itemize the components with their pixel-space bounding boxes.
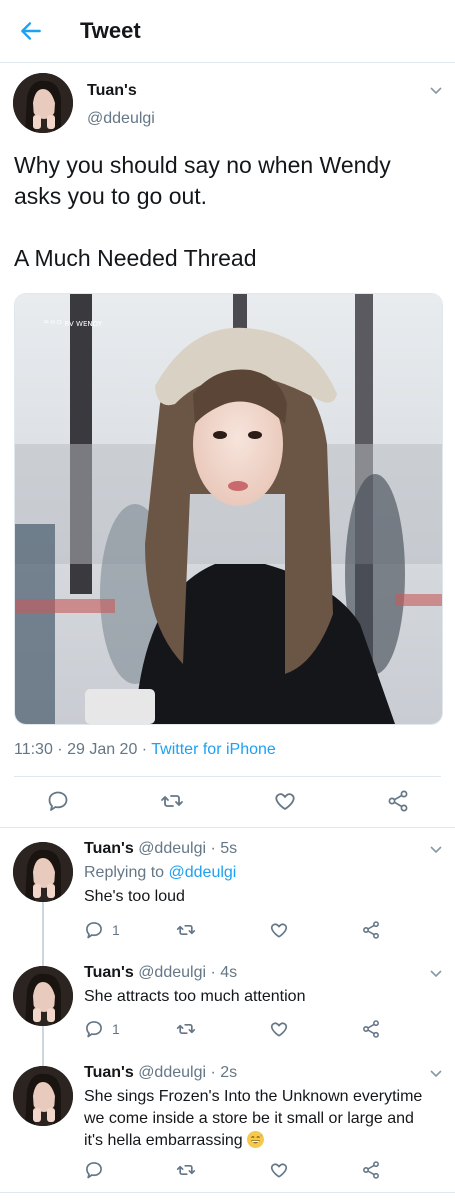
tweet-text: Why you should say no when Wendy asks yo…: [14, 150, 439, 274]
display-name[interactable]: Tuan's: [84, 964, 134, 981]
replying-handle-link[interactable]: @ddeulgi: [169, 864, 237, 881]
display-name[interactable]: Tuan's: [84, 840, 134, 857]
reply-icon[interactable]: [84, 1160, 104, 1180]
timestamp: 11:30 · 29 Jan 20 ·: [14, 741, 152, 758]
avatar[interactable]: [13, 1066, 73, 1126]
like-icon[interactable]: [269, 1160, 289, 1180]
reply-icon[interactable]: [84, 1019, 104, 1039]
retweet-icon[interactable]: [176, 920, 196, 940]
reply-count: 1: [112, 1021, 120, 1037]
top-bar: Tweet: [0, 0, 455, 63]
display-name[interactable]: Tuan's: [84, 1064, 134, 1081]
reply-meta: @ddeulgi · 2s: [138, 1064, 238, 1081]
chevron-down-icon[interactable]: [429, 845, 443, 855]
reply-icon[interactable]: [46, 789, 70, 813]
replying-prefix: Replying to: [84, 864, 169, 881]
tweet-source-link[interactable]: Twitter for iPhone: [151, 741, 276, 758]
reply-header: Tuan's @ddeulgi · 5s: [84, 840, 237, 858]
grinning-sweat-emoji: [247, 1131, 265, 1148]
display-name[interactable]: Tuan's: [87, 82, 137, 100]
like-icon[interactable]: [269, 1019, 289, 1039]
reply-text: She sings Frozen's Into the Unknown ever…: [84, 1086, 434, 1152]
tweet-text-line: A Much Needed Thread: [14, 245, 257, 271]
thread-connector: [42, 902, 44, 966]
tweet-photo[interactable]: ᄌᄋᄆ RV WENDY: [14, 293, 443, 725]
reply-meta: @ddeulgi · 5s: [138, 840, 238, 857]
reply-header: Tuan's @ddeulgi · 4s: [84, 964, 237, 982]
avatar[interactable]: [13, 73, 73, 133]
divider: [0, 827, 455, 828]
divider: [0, 1192, 455, 1193]
share-icon[interactable]: [361, 1160, 381, 1180]
retweet-icon[interactable]: [160, 789, 184, 813]
replying-to: Replying to @ddeulgi: [84, 864, 236, 882]
avatar[interactable]: [13, 966, 73, 1026]
tweet-text-line: Why you should say no when Wendy asks yo…: [14, 152, 391, 209]
user-handle[interactable]: @ddeulgi: [87, 110, 155, 128]
chevron-down-icon[interactable]: [429, 86, 443, 96]
reply-count: 1: [112, 922, 120, 938]
reply-text: She attracts too much attention: [84, 988, 306, 1005]
thread-connector: [42, 1026, 44, 1066]
tweet-meta: 11:30 · 29 Jan 20 · Twitter for iPhone: [14, 741, 276, 759]
chevron-down-icon[interactable]: [429, 969, 443, 979]
retweet-icon[interactable]: [176, 1160, 196, 1180]
share-icon[interactable]: [361, 920, 381, 940]
back-arrow-icon[interactable]: [18, 18, 44, 44]
chevron-down-icon[interactable]: [429, 1069, 443, 1079]
retweet-icon[interactable]: [176, 1019, 196, 1039]
avatar[interactable]: [13, 842, 73, 902]
divider: [14, 776, 441, 777]
photo-watermark: ᄌᄋᄆ RV WENDY: [43, 320, 103, 328]
like-icon[interactable]: [269, 920, 289, 940]
reply-text: She's too loud: [84, 888, 185, 905]
share-icon[interactable]: [361, 1019, 381, 1039]
reply-icon[interactable]: [84, 920, 104, 940]
like-icon[interactable]: [273, 789, 297, 813]
share-icon[interactable]: [386, 789, 410, 813]
reply-header: Tuan's @ddeulgi · 2s: [84, 1064, 237, 1082]
page-title: Tweet: [80, 18, 141, 43]
reply-meta: @ddeulgi · 4s: [138, 964, 238, 981]
